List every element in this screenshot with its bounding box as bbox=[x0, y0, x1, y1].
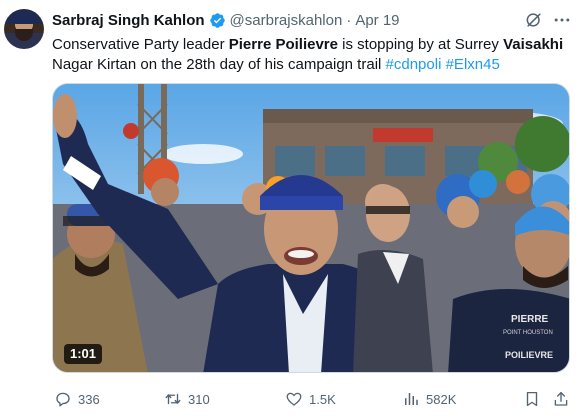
tweet[interactable]: Sarbraj Singh Kahlon @sarbrajskahlon · A… bbox=[0, 0, 581, 419]
tweet-text-part: is stopping by at Surrey bbox=[337, 36, 504, 53]
tweet-header: Sarbraj Singh Kahlon @sarbrajskahlon · A… bbox=[52, 10, 400, 30]
more-icon[interactable] bbox=[552, 10, 572, 30]
avatar-beard bbox=[15, 29, 33, 41]
grok-icon[interactable] bbox=[524, 10, 544, 30]
reply-icon bbox=[56, 392, 70, 407]
video-duration-badge: 1:01 bbox=[64, 344, 103, 364]
video-frame: PIERRE POINT HOUSTON POILIEVRE bbox=[53, 84, 569, 372]
reply-button[interactable]: 336 bbox=[54, 388, 100, 410]
bookmark-icon bbox=[526, 391, 538, 407]
repost-count: 310 bbox=[188, 391, 210, 407]
shirt-text-2: POILIEVRE bbox=[505, 350, 553, 360]
retweet-icon bbox=[165, 393, 181, 405]
share-button[interactable] bbox=[552, 388, 576, 410]
action-bar: 336 310 1.5K 582K bbox=[52, 388, 572, 410]
author-handle[interactable]: @sarbrajskahlon bbox=[230, 12, 343, 29]
video-player[interactable]: PIERRE POINT HOUSTON POILIEVRE bbox=[52, 83, 570, 373]
avatar[interactable] bbox=[4, 9, 44, 49]
shirt-text: PIERRE bbox=[511, 314, 549, 325]
tweet-text: Conservative Party leader Pierre Poiliev… bbox=[52, 35, 572, 75]
bold-vaisakhi: Vaisakhi bbox=[503, 36, 564, 53]
avatar-turban bbox=[13, 12, 35, 24]
separator-dot: · bbox=[346, 11, 352, 29]
views-count: 582K bbox=[426, 391, 457, 407]
bookmark-button[interactable] bbox=[523, 388, 547, 410]
mention-pierre-poilievre: Pierre Poilievre bbox=[228, 36, 338, 53]
hashtag-link[interactable]: #cdnpoli bbox=[386, 56, 442, 73]
tweet-text-part: Conservative Party leader bbox=[52, 36, 229, 53]
views-icon bbox=[405, 393, 418, 405]
like-count: 1.5K bbox=[309, 391, 336, 407]
verified-badge-icon bbox=[209, 12, 225, 28]
tweet-text-part: Nagar Kirtan on the 28th day of his camp… bbox=[52, 56, 386, 73]
share-icon bbox=[554, 391, 568, 406]
views-button[interactable]: 582K bbox=[402, 388, 456, 410]
reply-count: 336 bbox=[78, 391, 100, 407]
hashtag-link[interactable]: #Elxn45 bbox=[446, 56, 500, 73]
tweet-date[interactable]: Apr 19 bbox=[355, 12, 399, 29]
like-icon bbox=[286, 392, 302, 406]
repost-button[interactable]: 310 bbox=[164, 388, 210, 410]
author-name[interactable]: Sarbraj Singh Kahlon bbox=[52, 12, 205, 29]
like-button[interactable]: 1.5K bbox=[285, 388, 336, 410]
shirt-subtext: POINT HOUSTON bbox=[503, 330, 553, 336]
